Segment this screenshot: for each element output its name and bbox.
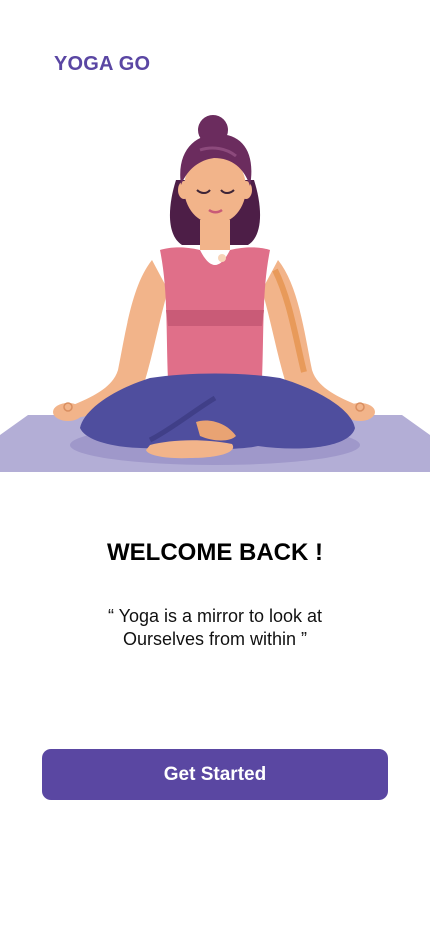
left-ear <box>178 181 190 199</box>
left-hand <box>53 403 83 421</box>
hair-bun <box>198 115 228 145</box>
brand-logo-text: YOGA GO <box>54 53 151 75</box>
chest-highlight <box>218 254 226 262</box>
get-started-button[interactable]: Get Started <box>42 749 388 800</box>
quote-line-1: “ Yoga is a mirror to look at <box>107 606 323 626</box>
quote-line-2: Ourselves from within ” <box>122 629 308 649</box>
quote-text: “ Yoga is a mirror to look at Ourselves … <box>65 605 365 651</box>
neck <box>200 220 230 250</box>
yoga-illustration <box>0 110 430 475</box>
welcome-title: WELCOME BACK ! <box>107 539 323 566</box>
tank-top-band <box>166 310 264 326</box>
